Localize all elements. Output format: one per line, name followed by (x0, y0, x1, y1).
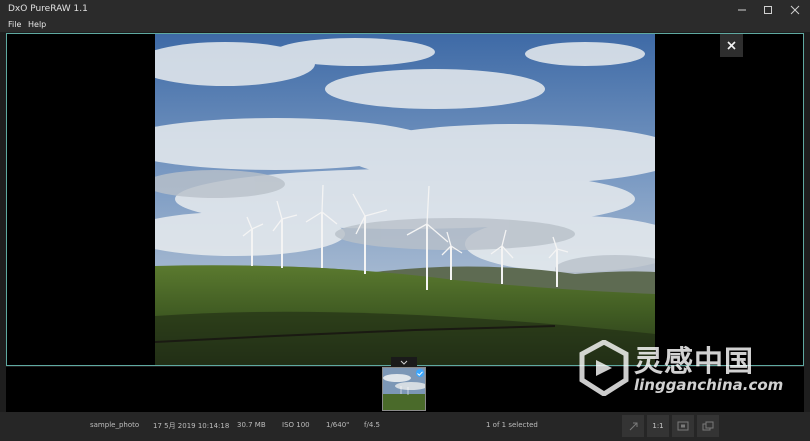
maximize-button[interactable] (755, 0, 781, 19)
selection-count-label: 1 of 1 selected (486, 421, 538, 429)
photo-thumbnail[interactable] (382, 367, 426, 411)
close-preview-button[interactable] (720, 34, 743, 57)
selected-check-icon (416, 369, 424, 377)
capture-date-label: 17 5月 2019 10:14:18 (153, 422, 230, 430)
aperture-label: f/4.5 (364, 421, 380, 429)
title-bar: DxO PureRAW 1.1 (0, 0, 810, 19)
filename-label: sample_photo (90, 421, 140, 429)
compare-view-button[interactable] (697, 415, 719, 437)
compare-icon (702, 421, 714, 431)
menu-file[interactable]: File (8, 20, 21, 29)
fit-view-button[interactable] (672, 415, 694, 437)
filesize-label: 30.7 MB (237, 421, 266, 429)
menu-help[interactable]: Help (28, 20, 46, 29)
watermark-logo (579, 340, 629, 396)
watermark-url: lingganchina.com (634, 376, 784, 394)
minimize-button[interactable] (729, 0, 755, 19)
collapse-filmstrip-button[interactable] (391, 357, 417, 367)
close-icon (727, 41, 736, 50)
close-window-button[interactable] (782, 0, 808, 19)
status-bar: sample_photo 17 5月 2019 10:14:18 30.7 MB… (0, 412, 810, 441)
watermark: 灵感中国 lingganchina.com (576, 334, 786, 408)
chevron-down-icon (400, 360, 408, 365)
zoom-label: 1:1 (652, 422, 664, 430)
maximize-icon (764, 5, 772, 14)
menu-bar: File Help (0, 19, 810, 32)
zoom-1to1-button[interactable]: 1:1 (647, 415, 669, 437)
iso-label: ISO 100 (282, 421, 310, 429)
share-button[interactable] (622, 415, 644, 437)
preview-image (155, 34, 655, 365)
app-title: DxO PureRAW 1.1 (8, 4, 88, 14)
shutter-label: 1/640" (326, 421, 350, 429)
close-icon (790, 5, 800, 14)
image-viewer (6, 33, 804, 366)
watermark-text: 灵感中国 (634, 344, 755, 378)
share-icon (629, 422, 637, 430)
fit-screen-icon (677, 421, 689, 431)
minimize-icon (738, 9, 746, 10)
